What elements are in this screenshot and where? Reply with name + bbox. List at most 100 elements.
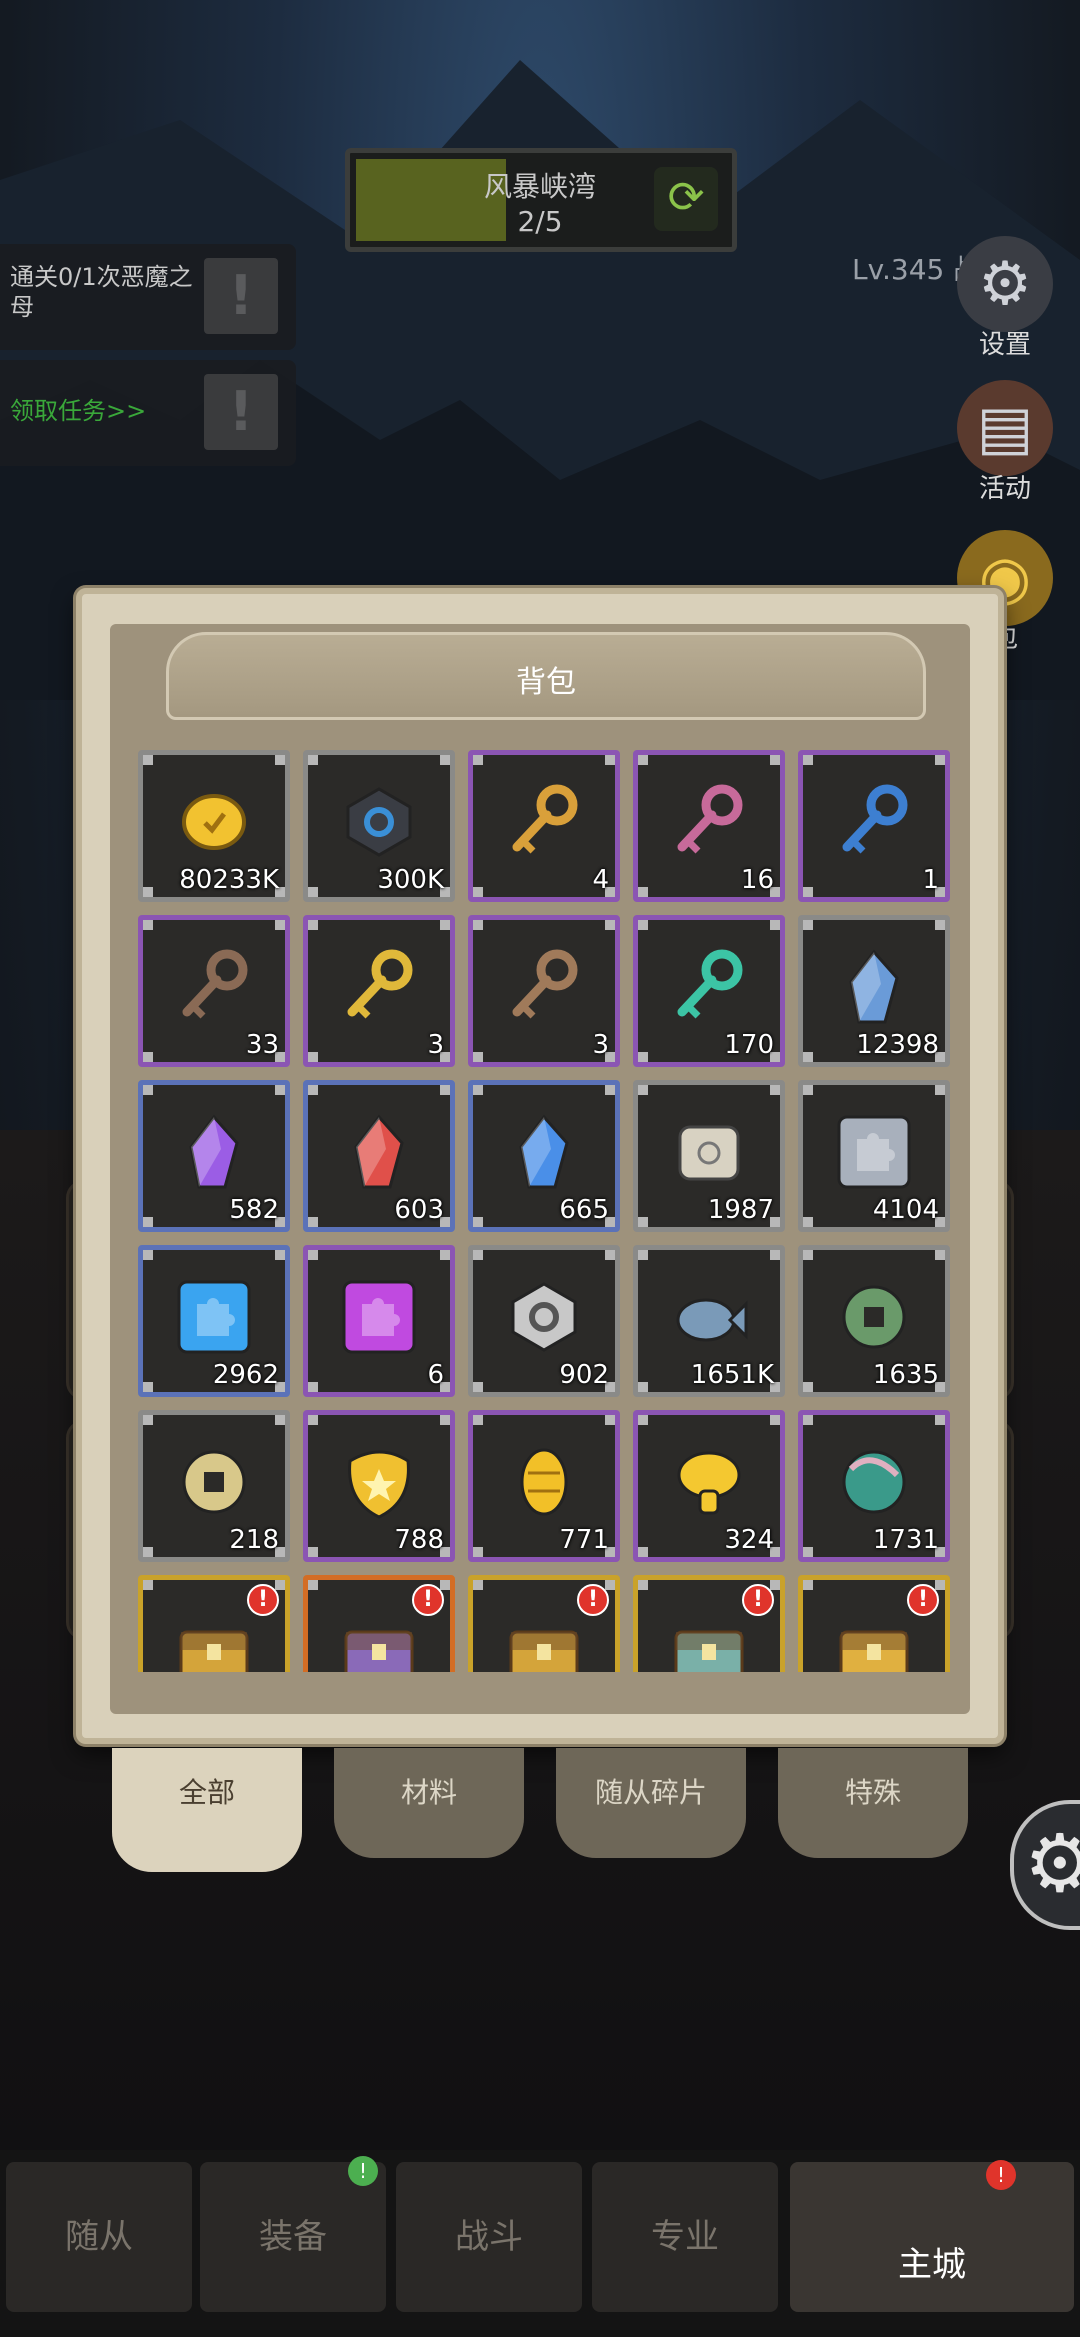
tab-special[interactable]: 特殊 (778, 1748, 968, 1858)
nav-label: 战斗 (455, 2217, 523, 2257)
slot-corner (638, 1085, 648, 1095)
item-quantity: 33 (245, 1030, 279, 1060)
slot-corner (275, 1415, 285, 1425)
inventory-slot[interactable]: 788 (303, 1410, 455, 1562)
slot-corner (440, 1580, 450, 1590)
tab-label: 随从碎片 (594, 1776, 707, 1809)
slot-corner (803, 1085, 813, 1095)
inventory-slot[interactable]: 603 (303, 1080, 455, 1232)
nav-profession[interactable]: 专业 (592, 2162, 778, 2312)
scroll-icon (678, 1125, 740, 1181)
blue-puzzle-icon (177, 1280, 251, 1354)
exclamation-icon: ! (204, 374, 278, 450)
item-quantity: 16 (740, 865, 774, 895)
slot-corner (638, 1415, 648, 1425)
item-quantity: 4 (592, 865, 609, 895)
inventory-slot[interactable]: 170 (633, 915, 785, 1067)
slot-corner (143, 1085, 153, 1095)
purple-crystal-icon (189, 1114, 239, 1189)
slot-corner (638, 755, 648, 765)
activity-label: 活动 (978, 474, 1031, 504)
inventory-slot[interactable]: 1987 (633, 1080, 785, 1232)
nav-battle[interactable]: 战斗 (396, 2162, 582, 2312)
inventory-slot[interactable]: ! (138, 1575, 290, 1672)
item-quantity: 218 (229, 1525, 279, 1555)
quest-panel-1[interactable]: 通关0/1次恶魔之母 ! (0, 244, 296, 350)
slot-corner (935, 1580, 945, 1590)
inventory-slot[interactable]: 80233K (138, 750, 290, 902)
nav-main-city[interactable]: 主城 (790, 2162, 1074, 2312)
settings-button[interactable]: ⚙ 设置 (950, 236, 1060, 361)
slot-corner (638, 920, 648, 930)
inventory-slot[interactable]: 3 (468, 915, 620, 1067)
stage-banner[interactable]: 风暴峡湾 2/5 ⟳ (345, 148, 737, 252)
slot-corner (440, 1250, 450, 1260)
inventory-slot[interactable]: 3 (303, 915, 455, 1067)
alert-badge-icon: ! (412, 1584, 444, 1616)
slot-corner (143, 1217, 153, 1227)
item-quantity: 603 (394, 1195, 444, 1225)
red-crystal-icon (354, 1114, 404, 1189)
slot-corner (473, 887, 483, 897)
tab-materials[interactable]: 材料 (334, 1748, 524, 1858)
slot-corner (935, 920, 945, 930)
activity-button[interactable]: ▤ 活动 (950, 380, 1060, 505)
tab-follower-shards[interactable]: 随从碎片 (556, 1748, 746, 1858)
exclamation-icon: ! (204, 258, 278, 334)
ornate-gold-key-icon (347, 949, 413, 1019)
inventory-slot[interactable]: 4 (468, 750, 620, 902)
item-quantity: 6 (427, 1360, 444, 1390)
scroll-icon: ▤ (957, 380, 1053, 476)
item-quantity: 3 (427, 1030, 444, 1060)
silver-puzzle-icon (837, 1115, 911, 1189)
slot-corner (308, 1580, 318, 1590)
slot-corner (308, 887, 318, 897)
quest-panel-2[interactable]: 领取任务>> ! (0, 360, 296, 466)
slot-corner (143, 1250, 153, 1260)
inventory-slot[interactable]: 6 (303, 1245, 455, 1397)
inventory-slot[interactable]: 902 (468, 1245, 620, 1397)
inventory-slot[interactable]: 324 (633, 1410, 785, 1562)
nav-followers[interactable]: 随从 (6, 2162, 192, 2312)
refresh-icon[interactable]: ⟳ (654, 167, 718, 231)
inventory-slot[interactable]: 771 (468, 1410, 620, 1562)
slot-corner (308, 755, 318, 765)
slot-corner (308, 1250, 318, 1260)
slot-corner (803, 920, 813, 930)
slot-corner (275, 1580, 285, 1590)
tab-all[interactable]: 全部 (112, 1748, 302, 1872)
inventory-slot[interactable]: 4104 (798, 1080, 950, 1232)
slot-corner (143, 1415, 153, 1425)
inventory-slot[interactable]: ! (633, 1575, 785, 1672)
slot-corner (803, 1547, 813, 1557)
inventory-slot[interactable]: 300K (303, 750, 455, 902)
blue-shard-icon (519, 1114, 569, 1189)
blue-crystal-icon (849, 949, 899, 1024)
slot-corner (803, 1052, 813, 1062)
inventory-slot[interactable]: 33 (138, 915, 290, 1067)
inventory-slot[interactable]: 1635 (798, 1245, 950, 1397)
inventory-slot[interactable]: ! (303, 1575, 455, 1672)
slot-corner (440, 920, 450, 930)
inventory-slot[interactable]: 16 (633, 750, 785, 902)
slot-corner (308, 920, 318, 930)
inventory-slot[interactable]: 1731 (798, 1410, 950, 1562)
inventory-slot[interactable]: 665 (468, 1080, 620, 1232)
inventory-slot[interactable]: 1 (798, 750, 950, 902)
slot-corner (473, 1547, 483, 1557)
tab-label: 全部 (178, 1776, 235, 1809)
slot-corner (770, 1415, 780, 1425)
inventory-slot[interactable]: 12398 (798, 915, 950, 1067)
inventory-slot[interactable]: 1651K (633, 1245, 785, 1397)
inventory-slot[interactable]: 218 (138, 1410, 290, 1562)
slot-corner (143, 887, 153, 897)
inventory-slot[interactable]: 2962 (138, 1245, 290, 1397)
inventory-slot[interactable]: 582 (138, 1080, 290, 1232)
pink-key-icon (677, 784, 743, 854)
slot-corner (143, 1580, 153, 1590)
item-quantity: 771 (559, 1525, 609, 1555)
blue-key-icon (842, 784, 908, 854)
inventory-slot[interactable]: ! (468, 1575, 620, 1672)
slot-corner (770, 755, 780, 765)
inventory-slot[interactable]: ! (798, 1575, 950, 1672)
